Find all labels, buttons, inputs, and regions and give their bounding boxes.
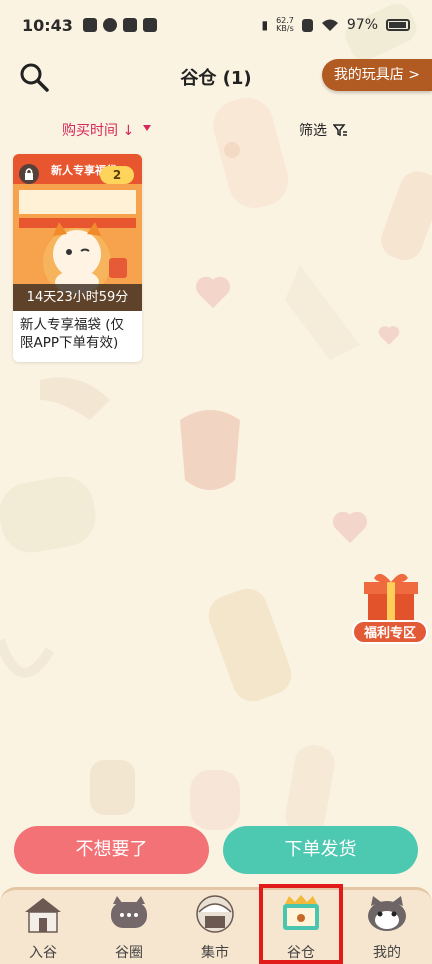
- welfare-zone-label: 福利专区: [352, 620, 428, 644]
- battery-percent: 97%: [346, 17, 378, 33]
- vibrate-icon: ▮: [261, 18, 269, 32]
- status-bar: 10:43 ▮ 62.7 KB/s 97%: [0, 0, 432, 50]
- store-icon: [142, 18, 157, 32]
- wifi-icon: [321, 19, 338, 31]
- nav-label: 谷圈: [115, 945, 143, 961]
- header: 谷仓 (1) 我的玩具店 >: [0, 55, 432, 99]
- my-toy-shop-button[interactable]: 我的玩具店 >: [321, 59, 432, 91]
- mail-icon: [122, 18, 137, 32]
- nav-item-guquan[interactable]: 谷圈: [86, 890, 172, 964]
- item-card[interactable]: 新人专享福袋 2 14天23小时59分 新人专享福袋 (仅限APP下单有效): [13, 154, 142, 362]
- battery-icon: [386, 19, 410, 31]
- nav-label: 入谷: [29, 945, 57, 961]
- sort-dropdown-icon[interactable]: [143, 125, 151, 131]
- bottom-nav: 入谷 谷圈 集市 谷仓 我的: [0, 887, 432, 964]
- filter-icon: [333, 124, 347, 137]
- welfare-zone-button[interactable]: 福利专区: [352, 568, 430, 646]
- filter-button[interactable]: 筛选: [299, 120, 347, 140]
- sim-icon: [301, 18, 313, 32]
- item-title: 新人专享福袋 (仅限APP下单有效): [20, 317, 125, 351]
- net-speed-unit: KB/s: [276, 24, 294, 33]
- active-tab-highlight: [259, 884, 343, 964]
- net-speed: 62.7 KB/s: [276, 17, 294, 33]
- item-count-badge: 2: [100, 166, 134, 184]
- sort-purchase-time[interactable]: 购买时间 ↓: [62, 120, 134, 140]
- place-order-button[interactable]: 下单发货: [223, 826, 418, 874]
- nav-label: 我的: [373, 945, 401, 961]
- nav-item-jishi[interactable]: 集市: [172, 890, 258, 964]
- nav-item-wode[interactable]: 我的: [344, 890, 430, 964]
- status-time: 10:43: [22, 15, 73, 35]
- app-notification-icon: [102, 18, 117, 32]
- gift-box-icon: [364, 573, 418, 624]
- notification-icons: [82, 18, 157, 32]
- status-right: ▮ 62.7 KB/s 97%: [261, 17, 410, 33]
- market-icon: [196, 895, 234, 933]
- unwanted-button[interactable]: 不想要了: [14, 826, 209, 874]
- heart-decoration: [196, 278, 230, 312]
- chat-cat-icon: [111, 896, 147, 928]
- filter-label: 筛选: [299, 123, 327, 139]
- house-icon: [25, 898, 61, 933]
- countdown-timer: 14天23小时59分: [13, 284, 142, 311]
- nav-item-rugu[interactable]: 入谷: [0, 890, 86, 964]
- heart-decoration: [333, 513, 367, 547]
- cat-face-icon: [368, 896, 406, 931]
- heart-decoration: [379, 327, 399, 347]
- nav-label: 集市: [201, 945, 229, 961]
- tiktok-icon: [82, 18, 97, 32]
- sort-bar: 购买时间 ↓ 筛选: [0, 118, 432, 142]
- lock-icon: [19, 164, 39, 184]
